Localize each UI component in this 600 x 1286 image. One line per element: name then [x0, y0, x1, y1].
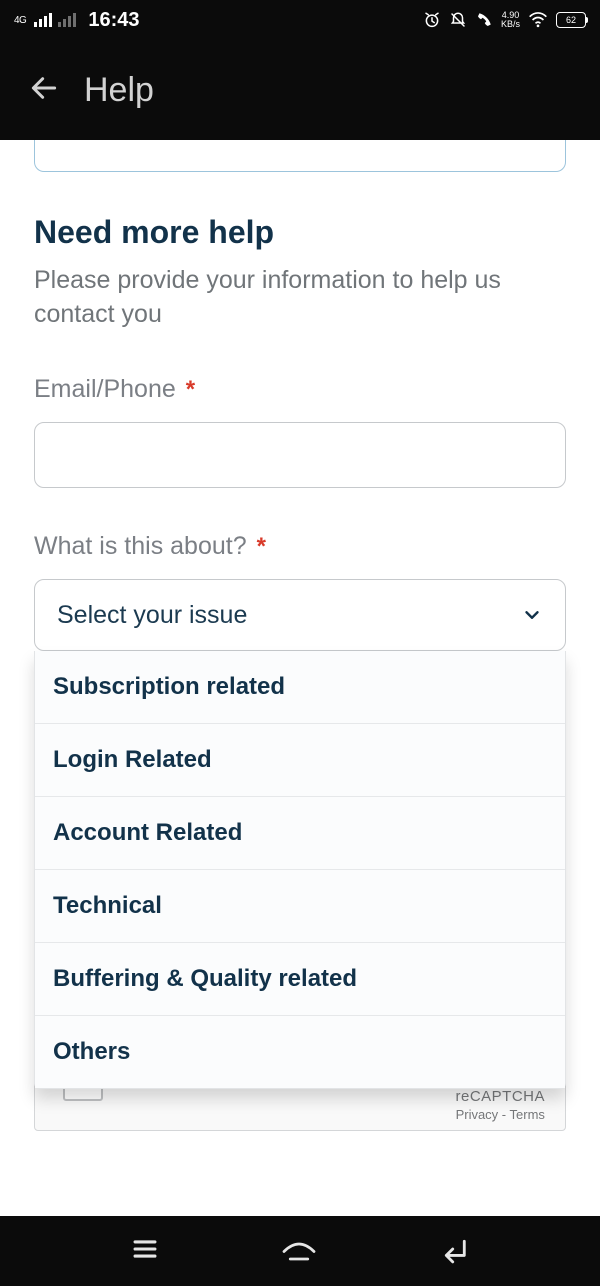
clock: 16:43 [88, 9, 139, 32]
signal-secondary-icon [58, 13, 76, 27]
issue-option[interactable]: Technical [35, 870, 565, 943]
issue-option-label: Account Related [53, 819, 242, 846]
wifi-icon [528, 12, 548, 28]
home-button[interactable] [279, 1232, 319, 1271]
previous-card-bottom [34, 140, 566, 172]
network-type: 4G [14, 15, 26, 26]
arrow-left-icon [28, 72, 60, 104]
issue-select-placeholder: Select your issue [57, 601, 247, 630]
form-subheading: Please provide your information to help … [34, 263, 566, 331]
content-area: Need more help Please provide your infor… [0, 140, 600, 1131]
issue-option-label: Buffering & Quality related [53, 965, 357, 992]
issue-option[interactable]: Login Related [35, 724, 565, 797]
status-left: 4G 16:43 [14, 9, 140, 32]
signal-icon [34, 13, 52, 27]
recent-apps-button[interactable] [128, 1232, 162, 1271]
issue-option-label: Others [53, 1038, 130, 1065]
app-bar: Help [0, 40, 600, 140]
system-nav-bar [0, 1216, 600, 1286]
chevron-down-icon [521, 604, 543, 626]
required-mark: * [186, 376, 195, 404]
data-rate-unit: KB/s [501, 20, 520, 29]
status-bar: 4G 16:43 4.90 KB/s 62 [0, 0, 600, 40]
issue-option-label: Login Related [53, 746, 212, 773]
battery-icon: 62 [556, 12, 586, 28]
issue-option-label: Technical [53, 892, 162, 919]
back-icon [436, 1232, 472, 1266]
page-title: Help [84, 71, 154, 110]
email-label-text: Email/Phone [34, 375, 176, 404]
recaptcha-brand: reCAPTCHA [455, 1088, 545, 1105]
issue-option[interactable]: Subscription related [35, 651, 565, 724]
issue-dropdown: Subscription related Login Related Accou… [34, 651, 566, 1089]
battery-level: 62 [566, 15, 576, 25]
issue-select-wrap: Select your issue Subscription related L… [34, 579, 566, 651]
link-separator: - [498, 1107, 509, 1122]
menu-icon [128, 1232, 162, 1266]
dnd-icon [449, 11, 467, 29]
form-heading: Need more help [34, 214, 566, 251]
issue-option-label: Subscription related [53, 673, 285, 700]
home-icon [279, 1232, 319, 1266]
data-rate: 4.90 KB/s [501, 11, 520, 29]
nav-back-button[interactable] [436, 1232, 472, 1271]
issue-select[interactable]: Select your issue [34, 579, 566, 651]
status-right: 4.90 KB/s 62 [423, 11, 586, 29]
alarm-icon [423, 11, 441, 29]
about-label: What is this about? * [34, 532, 566, 561]
call-icon [475, 11, 493, 29]
recaptcha-terms-link[interactable]: Terms [510, 1107, 545, 1122]
issue-option[interactable]: Others [35, 1016, 565, 1088]
issue-option[interactable]: Buffering & Quality related [35, 943, 565, 1016]
required-mark: * [257, 533, 266, 561]
recaptcha-privacy-link[interactable]: Privacy [456, 1107, 499, 1122]
issue-option[interactable]: Account Related [35, 797, 565, 870]
email-label: Email/Phone * [34, 375, 566, 404]
recaptcha-links: Privacy - Terms [455, 1107, 545, 1122]
email-field[interactable] [34, 422, 566, 488]
about-label-text: What is this about? [34, 532, 247, 561]
back-button[interactable] [28, 72, 60, 109]
